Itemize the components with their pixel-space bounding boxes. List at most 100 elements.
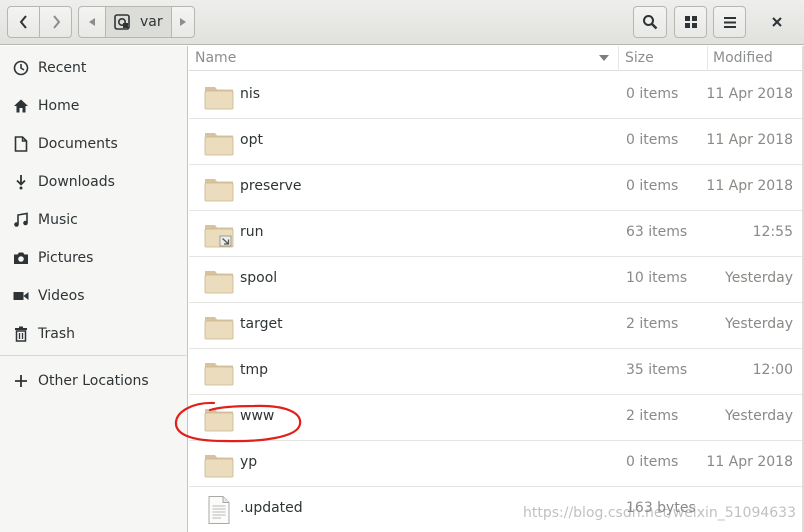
close-icon	[772, 17, 782, 27]
sidebar-separator	[0, 355, 188, 356]
file-size: 0 items	[626, 454, 679, 470]
column-header-name[interactable]: Name	[195, 50, 236, 66]
folder-icon	[204, 317, 234, 340]
column-divider	[618, 46, 619, 71]
folder-icon	[204, 363, 234, 386]
sidebar-item-trash[interactable]: Trash	[0, 315, 188, 353]
folder-icon	[204, 87, 234, 110]
file-name: tmp	[240, 362, 269, 378]
sidebar: Recent Home Documents Downloads Music Pi…	[0, 46, 188, 532]
text-file-icon	[208, 496, 230, 524]
sidebar-item-label: Home	[38, 98, 80, 114]
triangle-left-icon	[89, 18, 95, 26]
sidebar-item-videos[interactable]: Videos	[0, 277, 188, 315]
folder-icon	[204, 455, 234, 478]
file-name: opt	[240, 132, 263, 148]
search-button[interactable]	[633, 6, 667, 38]
file-name: yp	[240, 454, 258, 470]
download-icon	[12, 173, 30, 191]
column-header-row: Name Size Modified	[189, 46, 802, 71]
column-header-size[interactable]: Size	[625, 50, 654, 66]
path-scroll-left-button[interactable]	[78, 6, 106, 38]
file-name: run	[240, 224, 264, 240]
sidebar-item-label: Documents	[38, 136, 118, 152]
file-name: target	[240, 316, 283, 332]
file-list: Name Size Modified nis 0 items 11 Apr 20…	[189, 46, 802, 532]
file-row-nis[interactable]: nis 0 items 11 Apr 2018	[189, 73, 802, 119]
file-modified: 11 Apr 2018	[706, 132, 793, 148]
folder-icon	[204, 271, 234, 294]
sidebar-item-label: Trash	[38, 326, 75, 342]
watermark: https://blog.csdn.net/weixin_51094633	[522, 505, 796, 521]
file-size: 0 items	[626, 178, 679, 194]
sidebar-item-label: Downloads	[38, 174, 115, 190]
file-modified: Yesterday	[725, 270, 793, 286]
forward-button[interactable]	[39, 6, 72, 38]
column-header-modified[interactable]: Modified	[713, 50, 773, 66]
file-row-target[interactable]: target 2 items Yesterday	[189, 303, 802, 349]
folder-icon	[204, 133, 234, 156]
file-modified: 12:55	[752, 224, 793, 240]
column-divider	[707, 46, 708, 71]
sidebar-item-label: Pictures	[38, 250, 94, 266]
sidebar-item-documents[interactable]: Documents	[0, 125, 188, 163]
close-button[interactable]	[765, 8, 789, 36]
camera-icon	[12, 249, 30, 267]
header-bar: var	[0, 0, 804, 45]
folder-link-icon	[204, 225, 234, 248]
path-item-label: var	[140, 14, 163, 30]
document-icon	[12, 135, 30, 153]
chevron-right-icon	[52, 15, 60, 29]
file-size: 63 items	[626, 224, 688, 240]
file-modified: Yesterday	[725, 316, 793, 332]
sidebar-item-home[interactable]: Home	[0, 87, 188, 125]
path-scroll-right-button[interactable]	[170, 6, 195, 38]
view-mode-button[interactable]	[674, 6, 707, 38]
file-row-opt[interactable]: opt 0 items 11 Apr 2018	[189, 119, 802, 165]
file-row-yp[interactable]: yp 0 items 11 Apr 2018	[189, 441, 802, 487]
file-name: www	[240, 408, 275, 424]
grid-icon	[684, 16, 697, 28]
file-size: 10 items	[626, 270, 688, 286]
video-icon	[12, 287, 30, 305]
sidebar-item-label: Music	[38, 212, 78, 228]
search-icon	[643, 15, 658, 30]
file-modified: Yesterday	[725, 408, 793, 424]
file-name: spool	[240, 270, 278, 286]
sidebar-item-label: Recent	[38, 60, 87, 76]
plus-icon	[12, 372, 30, 390]
sidebar-item-pictures[interactable]: Pictures	[0, 239, 188, 277]
sort-arrow-icon	[599, 55, 609, 61]
folder-icon	[204, 179, 234, 202]
sidebar-item-downloads[interactable]: Downloads	[0, 163, 188, 201]
file-row-run[interactable]: run 63 items 12:55	[189, 211, 802, 257]
file-size: 0 items	[626, 86, 679, 102]
file-name: nis	[240, 86, 261, 102]
file-row-www[interactable]: www 2 items Yesterday	[189, 395, 802, 441]
clock-icon	[12, 59, 30, 77]
file-row-tmp[interactable]: tmp 35 items 12:00	[189, 349, 802, 395]
path-bar: var	[78, 6, 208, 38]
file-modified: 12:00	[752, 362, 793, 378]
sidebar-item-other-locations[interactable]: Other Locations	[0, 362, 188, 400]
sidebar-item-music[interactable]: Music	[0, 201, 188, 239]
drive-icon	[114, 14, 130, 30]
sidebar-item-label: Videos	[38, 288, 85, 304]
file-row-preserve[interactable]: preserve 0 items 11 Apr 2018	[189, 165, 802, 211]
file-name: preserve	[240, 178, 302, 194]
menu-button[interactable]	[713, 6, 746, 38]
sidebar-item-recent[interactable]: Recent	[0, 49, 188, 87]
path-item-var[interactable]: var	[106, 6, 171, 38]
file-row-spool[interactable]: spool 10 items Yesterday	[189, 257, 802, 303]
file-size: 2 items	[626, 316, 679, 332]
hamburger-icon	[723, 16, 736, 28]
file-modified: 11 Apr 2018	[706, 178, 793, 194]
file-size: 35 items	[626, 362, 688, 378]
folder-icon	[204, 409, 234, 432]
chevron-left-icon	[19, 15, 27, 29]
file-size: 0 items	[626, 132, 679, 148]
file-size: 2 items	[626, 408, 679, 424]
file-name: .updated	[240, 500, 303, 516]
back-button[interactable]	[7, 6, 40, 38]
triangle-right-icon	[179, 18, 186, 26]
